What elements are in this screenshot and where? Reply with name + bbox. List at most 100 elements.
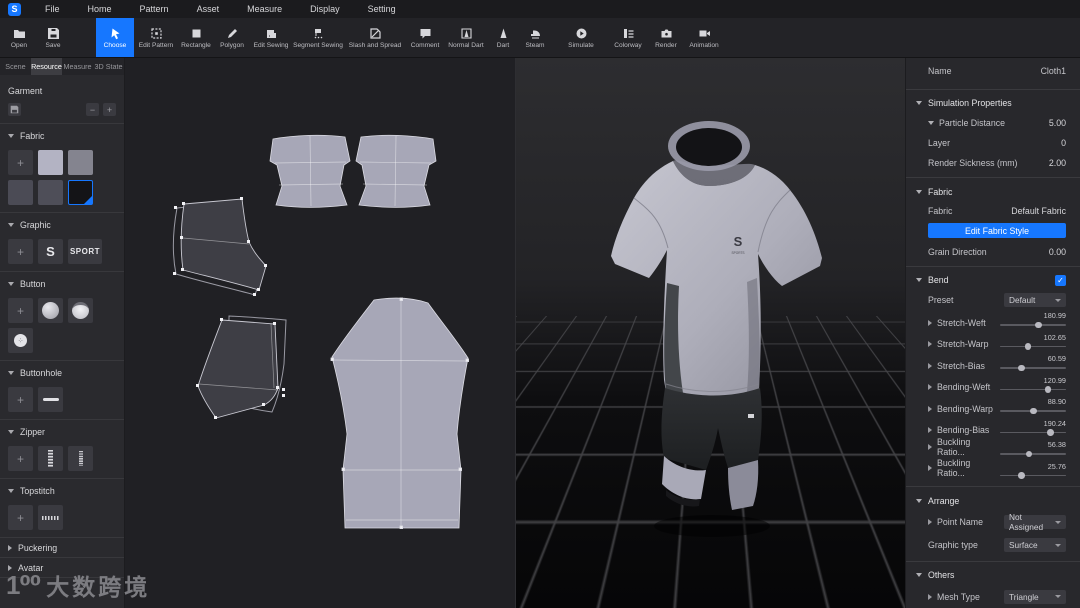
chevron-right-icon[interactable] <box>928 443 932 450</box>
simulate-button[interactable]: Simulate <box>562 18 600 57</box>
avatar-section-header[interactable]: Avatar <box>0 558 124 578</box>
slider-track[interactable] <box>1000 388 1066 391</box>
app-logo-icon[interactable]: S <box>8 2 21 16</box>
tab-resource[interactable]: Resource <box>31 58 62 75</box>
buttonhole-section-header[interactable]: Buttonhole <box>8 366 116 380</box>
layer-value[interactable]: 0 <box>1061 138 1066 148</box>
graphic-type-dropdown[interactable]: Surface <box>1004 538 1066 553</box>
slash-and-spread-button[interactable]: Slash and Spread <box>344 18 406 57</box>
normal-dart-button[interactable]: Normal Dart <box>444 18 488 57</box>
slider-track[interactable] <box>1000 367 1066 369</box>
polygon-button[interactable]: Polygon <box>214 18 250 57</box>
chevron-right-icon[interactable] <box>928 519 932 526</box>
add-fabric-button[interactable]: + <box>8 150 33 175</box>
others-header[interactable]: Others <box>906 566 1080 585</box>
fabric-swatch[interactable] <box>68 150 93 175</box>
tab-scene[interactable]: Scene <box>0 58 31 75</box>
arrange-header[interactable]: Arrange <box>906 491 1080 510</box>
chevron-right-icon[interactable] <box>928 341 932 348</box>
topstitch-section-header[interactable]: Topstitch <box>8 484 116 498</box>
menu-setting[interactable]: Setting <box>354 0 410 18</box>
graphic-section-header[interactable]: Graphic <box>8 218 116 232</box>
slider-track[interactable] <box>1000 474 1066 477</box>
slider-track[interactable] <box>1000 345 1066 348</box>
slider-knob[interactable] <box>1047 429 1054 436</box>
open-button[interactable]: Open <box>2 18 36 57</box>
slider-track[interactable] <box>1000 453 1066 455</box>
chevron-right-icon[interactable] <box>928 593 932 600</box>
edit-fabric-style-button[interactable]: Edit Fabric Style <box>928 223 1066 238</box>
add-button-button[interactable]: + <box>8 298 33 323</box>
button-tile[interactable] <box>68 298 93 323</box>
rectangle-button[interactable]: Rectangle <box>178 18 214 57</box>
slider-knob[interactable] <box>1018 472 1025 479</box>
slider-track[interactable] <box>1000 324 1066 326</box>
preset-dropdown[interactable]: Default <box>1004 293 1066 308</box>
chevron-down-icon[interactable] <box>928 121 934 125</box>
particle-distance-value[interactable]: 5.00 <box>1049 118 1066 128</box>
bend-checkbox[interactable] <box>1055 274 1066 286</box>
tab-3d-state[interactable]: 3D State <box>93 58 124 75</box>
add-buttonhole-button[interactable]: + <box>8 387 33 412</box>
slider-knob[interactable] <box>1035 321 1042 329</box>
chevron-right-icon[interactable] <box>928 465 932 472</box>
pattern-2d-viewport[interactable] <box>125 58 515 608</box>
simulation-properties-header[interactable]: Simulation Properties <box>906 94 1080 113</box>
garment-add-button[interactable]: + <box>103 103 116 116</box>
grain-direction-value[interactable]: 0.00 <box>1049 247 1066 257</box>
add-zipper-button[interactable]: + <box>8 446 33 471</box>
chevron-right-icon[interactable] <box>928 405 932 412</box>
buttonhole-tile[interactable] <box>38 387 63 412</box>
graphic-sport-tile[interactable]: SPORT <box>68 239 102 264</box>
save-button[interactable]: Save <box>36 18 70 57</box>
edit-pattern-button[interactable]: Edit Pattern <box>134 18 178 57</box>
zipper-section-header[interactable]: Zipper <box>8 425 116 439</box>
fabric-swatch-selected[interactable] <box>68 180 93 205</box>
slider-knob[interactable] <box>1018 364 1025 372</box>
slider-knob[interactable] <box>1025 450 1033 458</box>
topstitch-tile[interactable] <box>38 505 63 530</box>
render-thickness-value[interactable]: 2.00 <box>1049 158 1066 168</box>
zipper-tile[interactable] <box>38 446 63 471</box>
slider-knob[interactable] <box>1044 386 1052 393</box>
chevron-right-icon[interactable] <box>928 362 932 369</box>
slider-knob[interactable] <box>1024 343 1032 350</box>
graphic-logo-tile[interactable]: S <box>38 239 63 264</box>
button-tile[interactable]: ⁘ <box>8 328 33 353</box>
slider-knob[interactable] <box>1030 407 1037 415</box>
add-topstitch-button[interactable]: + <box>8 505 33 530</box>
bend-header[interactable]: Bend <box>906 271 1080 290</box>
animation-button[interactable]: Animation <box>684 18 724 57</box>
button-section-header[interactable]: Button <box>8 277 116 291</box>
menu-home[interactable]: Home <box>74 0 126 18</box>
fabric-swatch[interactable] <box>8 180 33 205</box>
segment-sewing-button[interactable]: Segment Sewing <box>292 18 344 57</box>
zipper-tile[interactable] <box>68 446 93 471</box>
garment-save-button[interactable] <box>8 103 21 116</box>
tab-measure[interactable]: Measure <box>62 58 93 75</box>
dart-button[interactable]: Dart <box>488 18 518 57</box>
add-graphic-button[interactable]: + <box>8 239 33 264</box>
render-button[interactable]: Render <box>648 18 684 57</box>
fabric-value[interactable]: Default Fabric <box>1011 206 1066 216</box>
steam-button[interactable]: Steam <box>518 18 552 57</box>
comment-button[interactable]: Comment <box>406 18 444 57</box>
menu-asset[interactable]: Asset <box>183 0 234 18</box>
edit-sewing-button[interactable]: Edit Sewing <box>250 18 292 57</box>
viewport-3d[interactable]: S SPORTS <box>515 58 905 608</box>
chevron-right-icon[interactable] <box>928 384 932 391</box>
chevron-right-icon[interactable] <box>928 427 932 434</box>
fabric-swatch[interactable] <box>38 150 63 175</box>
button-tile[interactable] <box>38 298 63 323</box>
name-value[interactable]: Cloth1 <box>1041 66 1066 76</box>
fabric-swatch[interactable] <box>38 180 63 205</box>
choose-button[interactable]: Choose <box>96 18 134 57</box>
menu-pattern[interactable]: Pattern <box>126 0 183 18</box>
menu-file[interactable]: File <box>31 0 74 18</box>
fabric-section-header[interactable]: Fabric <box>8 129 116 143</box>
point-name-dropdown[interactable]: Not Assigned <box>1004 512 1066 532</box>
menu-display[interactable]: Display <box>296 0 354 18</box>
slider-track[interactable] <box>1000 431 1066 434</box>
colorway-button[interactable]: Colorway <box>608 18 648 57</box>
mesh-type-dropdown[interactable]: Triangle <box>1004 589 1066 604</box>
